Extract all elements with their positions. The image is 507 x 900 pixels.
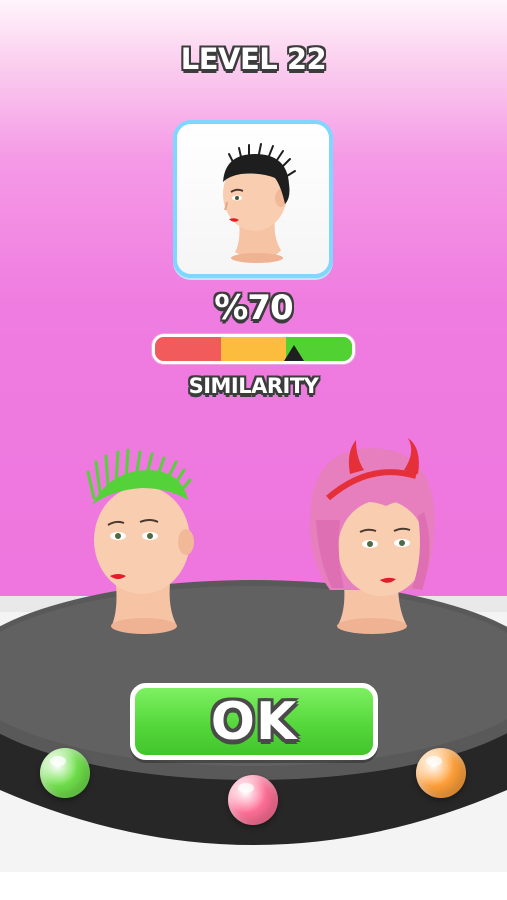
bottom-strip — [0, 872, 507, 900]
ok-button[interactable]: OK — [130, 683, 378, 760]
green-dye-knob[interactable] — [40, 748, 90, 798]
orange-dye-knob[interactable] — [416, 748, 466, 798]
pink-dye-knob[interactable] — [228, 775, 278, 825]
ok-button-label: OK — [210, 691, 298, 752]
game-scene: LEVEL 22 %70 SIMILARITY OK — [0, 0, 507, 872]
